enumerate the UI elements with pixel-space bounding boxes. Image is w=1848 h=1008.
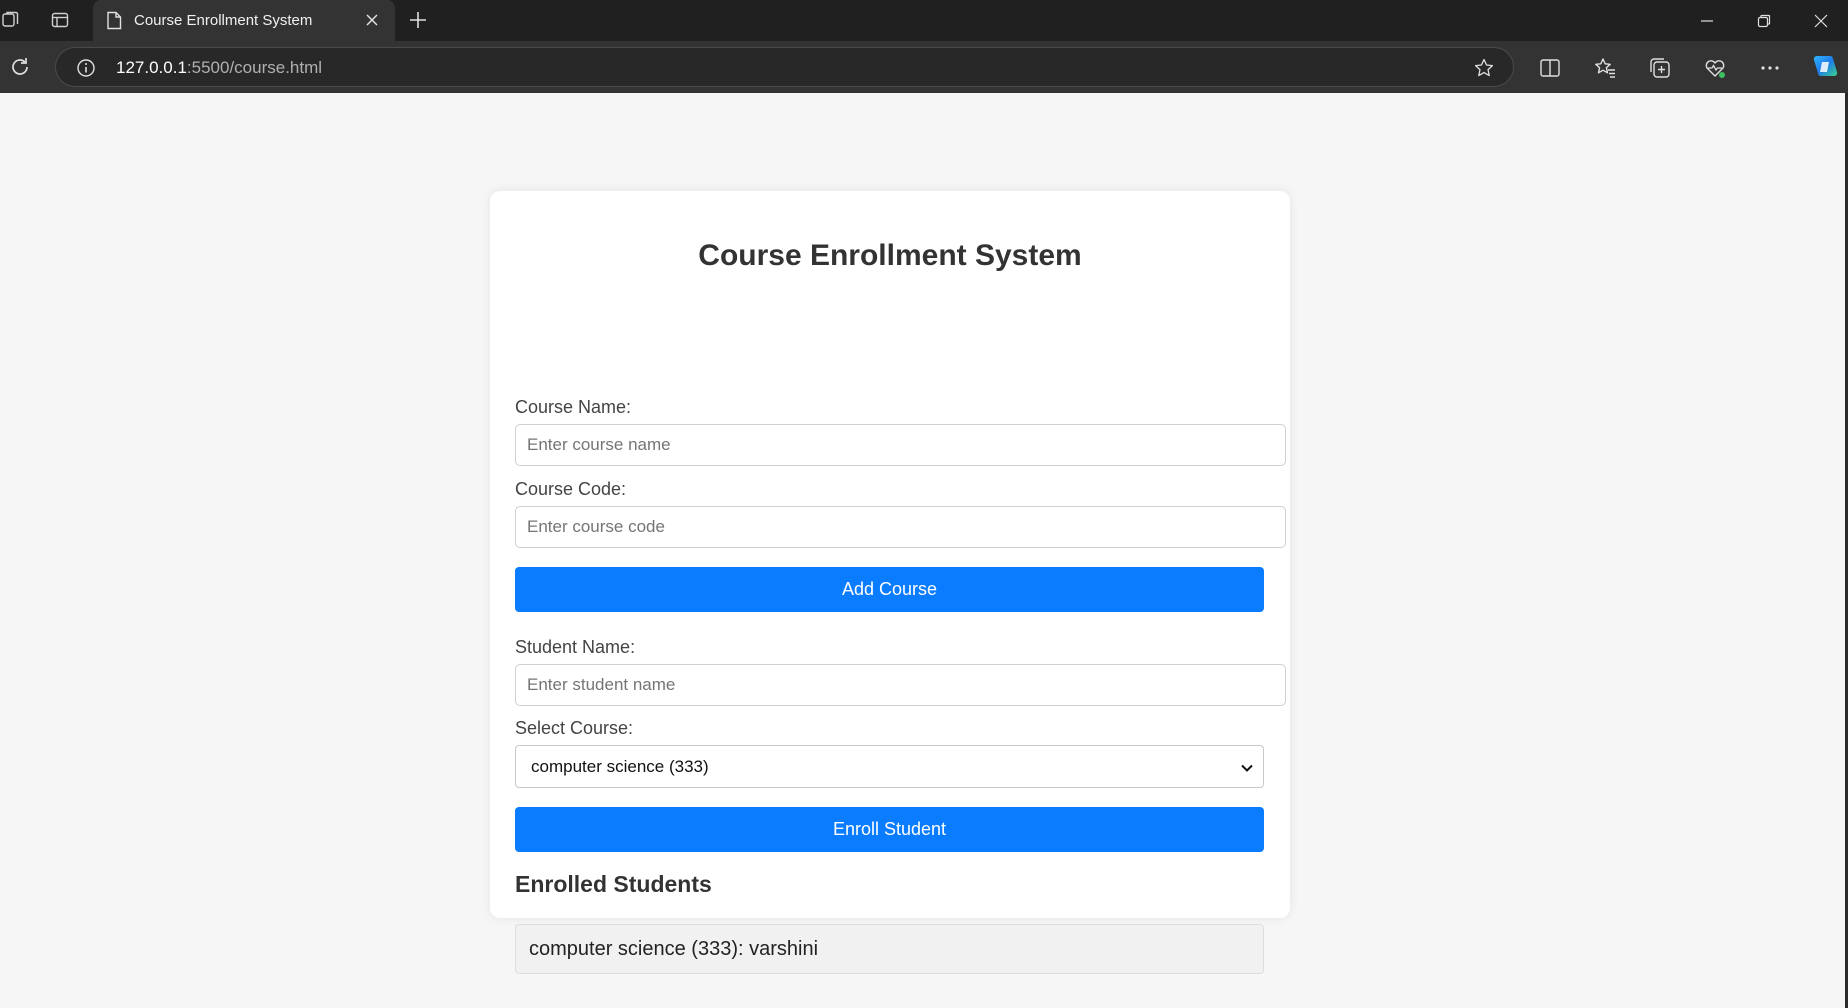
enroll-student-button[interactable]: Enroll Student — [515, 807, 1264, 852]
url-text: 127.0.0.1:5500/course.html — [116, 58, 322, 78]
favorites-icon[interactable] — [1592, 55, 1618, 81]
enrollment-card: Course Enrollment System Course Name: Co… — [490, 191, 1290, 974]
selected-course: computer science (333) — [531, 757, 709, 776]
enrolled-entry-text: computer science (333): varshini — [529, 938, 819, 960]
student-name-input[interactable] — [515, 664, 1286, 706]
page-icon — [106, 11, 122, 35]
address-bar[interactable]: 127.0.0.1:5500/course.html — [55, 47, 1514, 87]
browser-tab-bar: Course Enrollment System — [0, 0, 1848, 41]
add-course-button[interactable]: Add Course — [515, 567, 1264, 612]
collections-icon[interactable] — [1647, 55, 1673, 81]
url-path: :5500/course.html — [186, 58, 323, 77]
chevron-down-icon — [1240, 761, 1254, 780]
student-name-label: Student Name: — [515, 637, 636, 657]
favorite-star-icon[interactable] — [1473, 57, 1495, 84]
page-viewport: Course Enrollment System Course Name: Co… — [0, 93, 1845, 1008]
more-options-icon[interactable] — [1757, 55, 1783, 81]
workspaces-icon[interactable] — [0, 6, 24, 34]
course-code-label: Course Code: — [515, 479, 627, 499]
close-window-icon[interactable] — [1810, 10, 1832, 32]
browser-essentials-icon[interactable] — [1702, 55, 1728, 81]
enrolled-students-heading: Enrolled Students — [515, 871, 712, 897]
reload-icon[interactable] — [8, 55, 32, 84]
split-screen-icon[interactable] — [1537, 55, 1563, 81]
enrolled-list-item: computer science (333): varshini — [515, 924, 1264, 974]
active-tab[interactable]: Course Enrollment System — [93, 0, 395, 41]
select-course-label: Select Course: — [515, 718, 634, 738]
tab-actions-icon[interactable] — [46, 6, 74, 34]
course-code-input[interactable] — [515, 506, 1286, 548]
course-name-label: Course Name: — [515, 397, 632, 417]
copilot-icon[interactable] — [1810, 52, 1840, 82]
page-title: Course Enrollment System — [698, 239, 1082, 272]
restore-icon[interactable] — [1753, 10, 1775, 32]
new-tab-icon[interactable] — [406, 8, 430, 37]
url-host: 127.0.0.1 — [116, 58, 187, 77]
course-name-input[interactable] — [515, 424, 1286, 466]
course-select[interactable]: computer science (333) — [515, 745, 1264, 788]
tab-title: Course Enrollment System — [134, 12, 313, 29]
close-tab-icon[interactable] — [364, 12, 380, 33]
site-info-icon[interactable] — [76, 58, 96, 83]
minimize-icon[interactable] — [1696, 10, 1718, 32]
address-toolbar: 127.0.0.1:5500/course.html — [0, 41, 1848, 93]
